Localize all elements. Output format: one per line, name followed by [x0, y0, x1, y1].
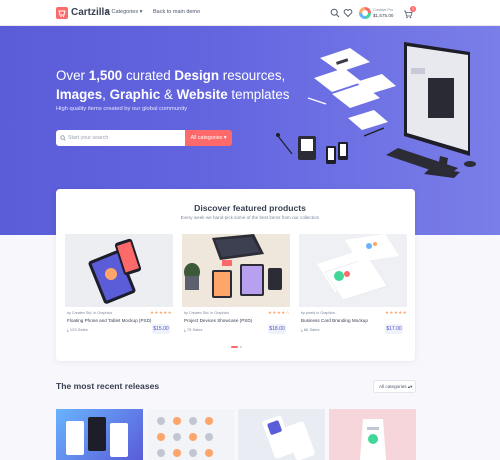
chevron-down-icon: ▾: [138, 9, 143, 15]
carousel-dot[interactable]: [240, 346, 242, 348]
balance-label: Creative Pro: [373, 8, 393, 12]
release-image-phone-mockup[interactable]: [238, 409, 325, 460]
featured-subtitle: Every week we hand-pick some of the best…: [180, 215, 320, 220]
product-sales: ⤓ 86 Sales: [301, 327, 320, 332]
product-image-devices-showcase[interactable]: [182, 234, 290, 307]
hero-heading-line-1: Over 1,500 curated Design resources,: [56, 68, 286, 83]
featured-title: Discover featured products: [194, 203, 306, 213]
search-placeholder: Start your search: [68, 135, 109, 141]
search-icon[interactable]: [330, 8, 340, 18]
release-image-app-screens[interactable]: [56, 409, 143, 460]
release-image-pouch-mockup[interactable]: [329, 409, 416, 460]
product-image-phone-tablet[interactable]: [65, 234, 173, 307]
brand-logo-icon[interactable]: [56, 7, 68, 19]
product-sales: ⤓ 75 Sales: [184, 327, 203, 332]
product-price: $17.00: [385, 324, 403, 334]
search-input-icon: [60, 135, 66, 141]
hero-heading-line-2: Images, Graphic & Website templates: [56, 87, 290, 102]
hero-devices-illustration: [276, 42, 476, 178]
cart-count-badge: 3: [410, 6, 416, 12]
product-category[interactable]: by pixels in Graphics: [301, 311, 335, 315]
product-rating-stars: ★★★★☆: [268, 310, 291, 315]
recent-releases-title: The most recent releases: [56, 381, 160, 391]
carousel-dot-active[interactable]: [231, 346, 238, 348]
product-category[interactable]: by Createx Std. in Graphics: [67, 311, 112, 315]
recent-category-select[interactable]: All categories ▴▾: [373, 380, 416, 393]
product-price: $15.00: [152, 324, 170, 334]
product-rating-stars: ★★★★★: [150, 310, 173, 315]
heart-icon[interactable]: [343, 8, 353, 18]
hero-subtitle: High quality items created by our global…: [56, 106, 188, 112]
product-image-business-cards[interactable]: [299, 234, 407, 307]
back-to-demo-link[interactable]: Back to main demo: [153, 9, 200, 15]
categories-menu-button[interactable]: ☰ Categories ▾: [105, 9, 142, 15]
search-categories-button[interactable]: All categories ▾: [185, 130, 232, 146]
product-category[interactable]: by Createx Std. in Graphics: [184, 311, 229, 315]
product-price: $18.00: [268, 324, 286, 334]
product-rating-stars: ★★★★★: [385, 310, 408, 315]
balance-value: $1,575.00: [373, 13, 394, 18]
release-image-icon-set[interactable]: [147, 409, 234, 460]
product-name[interactable]: Business Card Branding Mockup: [301, 318, 368, 323]
product-name[interactable]: Project Devices Showcase (PSD): [184, 318, 252, 323]
product-name[interactable]: Floating Phone and Tablet Mockup (PSD): [67, 318, 151, 323]
product-sales: ⤓ 129 Sales: [67, 327, 88, 332]
categories-label: Categories: [111, 9, 139, 15]
account-chart-icon[interactable]: [359, 7, 371, 19]
